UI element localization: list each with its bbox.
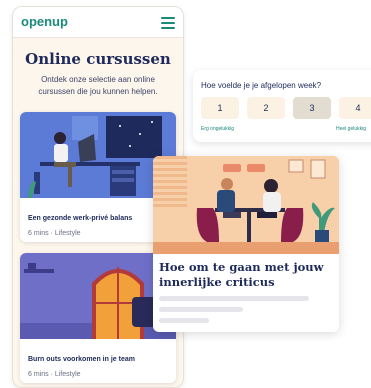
article-title: Hoe om te gaan met jouw innerlijke criti… [159,260,324,289]
openup-logo-icon[interactable]: openup [21,14,68,29]
page-title: Online cursussen [25,50,171,68]
article-card[interactable]: Hoe om te gaan met jouw innerlijke criti… [153,156,339,332]
course-title: Een gezonde werk-privé balans [28,215,133,222]
mood-option-3-selected[interactable]: 3 [293,97,331,119]
text-placeholder-line [159,307,243,312]
text-placeholder-line [159,296,309,301]
course-meta: 6 mins · Lifestyle [28,371,81,378]
course-title: Burn outs voorkomen in je team [28,356,135,363]
mood-question: Hoe voelde je je afgelopen week? [201,81,322,90]
article-illustration-conversation [153,156,339,254]
course-meta: 6 mins · Lifestyle [28,230,81,237]
hamburger-menu-icon[interactable] [161,17,175,29]
mood-high-label: Heel gelukkig [336,126,367,132]
mood-option-4[interactable]: 4 [339,97,371,119]
mood-low-label: Erg ongelukkig [201,126,235,132]
mood-option-1[interactable]: 1 [201,97,239,119]
mood-survey-card: Hoe voelde je je afgelopen week? 1 2 3 4… [193,70,371,142]
app-header: openup [13,7,183,38]
text-placeholder-line [159,318,209,323]
mood-option-2[interactable]: 2 [247,97,285,119]
page-subtitle: Ontdek onze selectie aan online cursusse… [38,75,158,96]
